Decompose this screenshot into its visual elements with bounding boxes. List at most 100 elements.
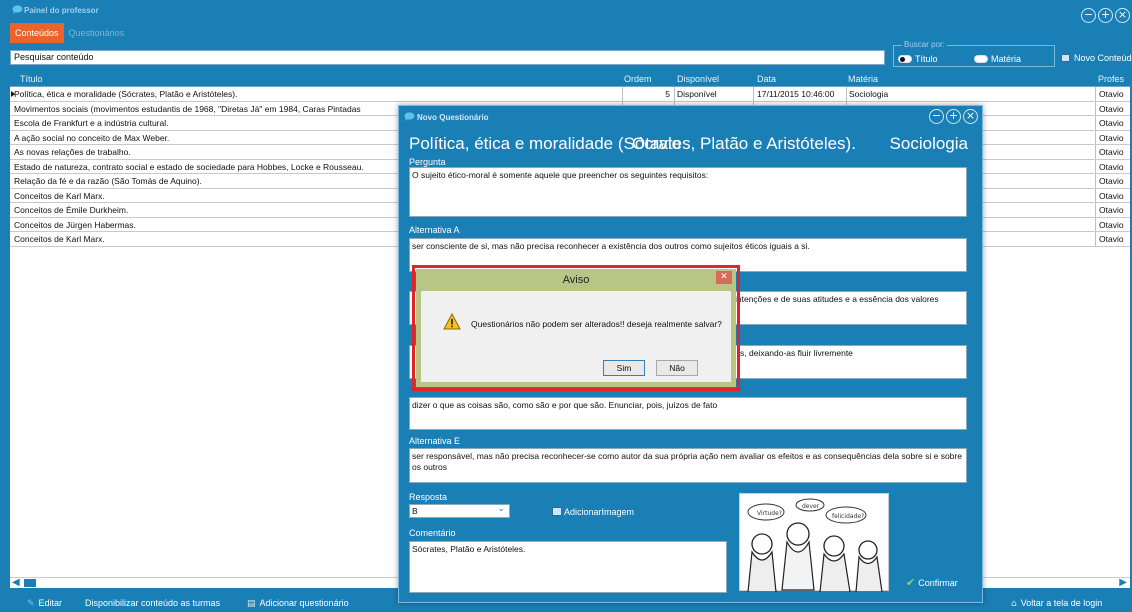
cell-disponivel: Disponível	[677, 89, 717, 99]
cell-prof: Otavio	[1099, 190, 1124, 201]
radio-titulo-label: Título	[915, 54, 938, 64]
back-to-login-button[interactable]: ⌂ Voltar a tela de login	[1011, 598, 1102, 609]
close-icon[interactable]: ×	[1115, 8, 1130, 23]
cell-prof: Otavio	[1099, 118, 1124, 128]
table-row[interactable]: Política, ética e moralidade (Sócrates, …	[10, 87, 1130, 102]
no-button[interactable]: Não	[656, 360, 698, 376]
home-icon: ⌂	[1011, 599, 1017, 609]
confirm-label: Confirmar	[918, 578, 958, 588]
cell-titulo: A ação social no conceito de Max Weber.	[14, 132, 170, 143]
radio-titulo[interactable]: Título	[898, 54, 938, 64]
col-ordem[interactable]: Ordem	[624, 74, 652, 84]
add-quiz-button[interactable]: ▤ Adicionar questionário	[247, 598, 349, 609]
cell-prof: Otavio	[1099, 234, 1124, 244]
answer-label: Resposta	[409, 492, 448, 502]
comment-label: Comentário	[409, 528, 456, 538]
add-quiz-label: Adicionar questionário	[259, 598, 349, 608]
chat-bubble-icon	[404, 112, 415, 121]
image-icon	[552, 507, 562, 516]
cell-titulo: Conceitos de Jürgen Habermas.	[14, 219, 136, 230]
title-bar: Painel do professor − + ×	[0, 0, 1132, 23]
cell-titulo: Conceitos de Karl Marx.	[14, 190, 105, 201]
main-tabs: Conteúdos Questionários	[10, 23, 129, 43]
alternative-a-label: Alternativa A	[409, 225, 460, 235]
answer-select[interactable]: B ⌄	[409, 504, 510, 518]
chevron-down-icon: ⌄	[497, 504, 505, 514]
radio-materia[interactable]: Matéria	[974, 54, 1021, 64]
cell-prof: Otavio	[1099, 103, 1124, 114]
subject-name: Sociologia	[889, 134, 968, 153]
publish-content-button[interactable]: Disponibilizar conteúdo as turmas	[85, 598, 220, 608]
window-controls: − + ×	[1081, 8, 1130, 23]
new-content-label: Novo Conteúdo	[1074, 53, 1132, 63]
answer-value: B	[412, 506, 418, 516]
comment-field[interactable]: Sócrates, Platão e Aristóteles.	[409, 541, 727, 593]
edit-label: Editar	[38, 598, 63, 608]
dialog-title: Aviso	[562, 274, 590, 286]
bubble-dever: dever	[802, 503, 820, 510]
cell-prof: Otavio	[1099, 161, 1124, 172]
radio-materia-label: Matéria	[991, 54, 1022, 64]
quiz-image[interactable]: Virtude? dever felicidade?	[739, 493, 889, 593]
search-by-label: Buscar por:	[902, 40, 947, 49]
confirm-button[interactable]: ✔ Confirmar	[906, 576, 958, 589]
maximize-icon[interactable]: +	[1098, 8, 1113, 23]
cell-prof: Otavio	[1099, 89, 1124, 99]
new-content-button[interactable]: Novo Conteúdo	[1061, 53, 1132, 63]
scroll-right-icon[interactable]: ▶	[1119, 577, 1127, 588]
alternative-e-field[interactable]: ser responsável, mas não precisa reconhe…	[409, 448, 967, 483]
cell-materia: Sociologia	[849, 89, 889, 99]
col-disponivel[interactable]: Disponível	[677, 74, 719, 84]
col-titulo[interactable]: Título	[20, 74, 43, 84]
cell-prof: Otavio	[1099, 176, 1124, 186]
cell-titulo: Conceitos de Émile Durkheim.	[14, 205, 129, 215]
cell-data: 17/11/2015 10:46:00	[757, 89, 835, 99]
cell-titulo: Estado de natureza, contrato social e es…	[14, 161, 364, 172]
cell-titulo: Escola de Frankfurt e a indústria cultur…	[14, 118, 169, 128]
modal-title: Novo Questionário	[417, 113, 489, 122]
cell-titulo: Relação da fé e da razão (São Tomás de A…	[14, 176, 202, 186]
chat-bubble-icon	[12, 5, 23, 14]
philosophers-cartoon: Virtude? dever felicidade?	[747, 498, 883, 593]
search-input[interactable]: Pesquisar conteúdo	[10, 50, 885, 65]
cell-prof: Otavio	[1099, 132, 1124, 143]
minimize-icon[interactable]: −	[1081, 8, 1096, 23]
back-to-login-label: Voltar a tela de login	[1020, 598, 1103, 608]
bubble-virtude: Virtude?	[757, 510, 782, 517]
alternative-d-field[interactable]: dizer o que as coisas são, como são e po…	[409, 397, 967, 430]
maximize-icon[interactable]: +	[946, 109, 961, 124]
cell-ordem: 5	[665, 89, 670, 99]
pencil-icon: ✎	[27, 599, 35, 609]
add-image-label: AdicionarImagem	[564, 507, 635, 517]
cell-titulo: Movimentos sociais (movimentos estudanti…	[14, 103, 361, 114]
table-header: Título Ordem Disponível Data Matéria Pro…	[10, 72, 1130, 87]
cell-titulo: As novas relações de trabalho.	[14, 147, 131, 157]
cell-prof: Otavio	[1099, 147, 1124, 157]
document-icon	[1061, 54, 1070, 62]
radio-unselected-icon	[974, 55, 988, 63]
col-data[interactable]: Data	[757, 74, 776, 84]
cell-prof: Otavio	[1099, 219, 1124, 230]
cell-titulo: Política, ética e moralidade (Sócrates, …	[14, 89, 238, 99]
modal-window-controls: − + ×	[929, 109, 978, 124]
alternative-e-label: Alternativa E	[409, 436, 461, 446]
cell-prof: Otavio	[1099, 205, 1124, 215]
tab-conteudos[interactable]: Conteúdos	[10, 23, 64, 43]
col-professor[interactable]: Profes	[1098, 74, 1124, 84]
scroll-thumb[interactable]	[24, 579, 36, 587]
add-image-button[interactable]: AdicionarImagem	[552, 507, 634, 517]
document-list-icon: ▤	[247, 599, 256, 609]
warning-icon	[443, 313, 461, 330]
close-icon[interactable]: ×	[963, 109, 978, 124]
radio-selected-icon	[898, 55, 912, 63]
yes-button[interactable]: Sim	[603, 360, 645, 376]
scroll-left-icon[interactable]: ◀	[12, 577, 20, 588]
close-icon[interactable]: ✕	[716, 271, 732, 284]
col-materia[interactable]: Matéria	[848, 74, 878, 84]
minimize-icon[interactable]: −	[929, 109, 944, 124]
edit-button[interactable]: ✎ Editar	[27, 598, 62, 609]
tab-questionarios[interactable]: Questionários	[64, 23, 130, 43]
check-icon: ✔	[906, 576, 916, 589]
teacher-name: Otavio	[632, 134, 682, 153]
question-field[interactable]: O sujeito ético-moral é somente aquele q…	[409, 167, 967, 217]
